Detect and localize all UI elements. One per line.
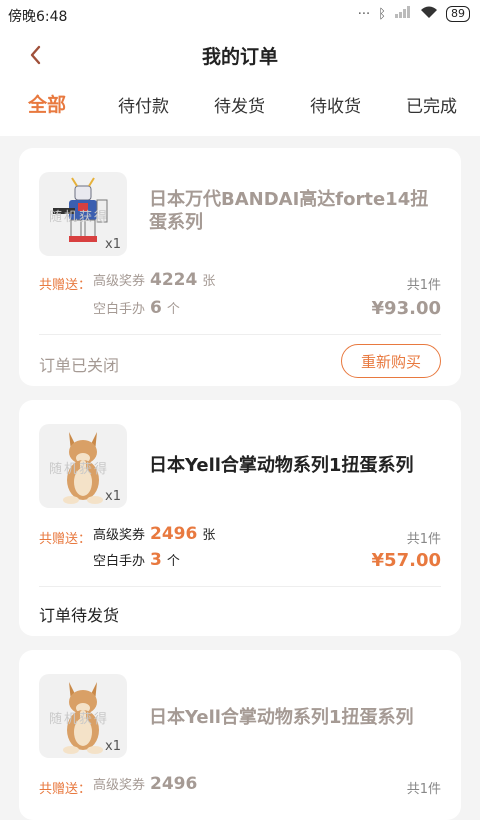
- order-status: 订单已关闭: [39, 356, 120, 375]
- tab-pending-payment[interactable]: 待付款: [118, 92, 169, 117]
- quantity: x1: [105, 237, 121, 252]
- watermark-text: 随机获得: [49, 462, 110, 477]
- item-count: 共1件: [406, 532, 441, 547]
- divider: [39, 334, 441, 335]
- ticket-line: 高级奖券 2496 张: [93, 524, 216, 544]
- ticket-label: 高级奖券: [93, 528, 146, 543]
- gift-label: 共赠送：: [39, 532, 92, 547]
- item-count: 共1件: [406, 278, 441, 293]
- rebuy-button[interactable]: 重新购买: [341, 344, 441, 378]
- status-time: 傍晚6:48: [8, 9, 68, 25]
- ticket-count: 4224: [150, 270, 198, 290]
- ticket-label: 高级奖券: [93, 274, 146, 289]
- item-count: 共1件: [406, 782, 441, 797]
- ticket-count: 2496: [150, 524, 198, 544]
- ticket-line: 高级奖券 4224 张: [93, 270, 216, 290]
- product-title: 日本万代BANDAI高达forte14扭蛋系列: [149, 189, 429, 233]
- tab-pending-shipment[interactable]: 待发货: [214, 92, 265, 117]
- order-status: 订单待发货: [39, 606, 120, 625]
- order-card[interactable]: 随机获得 x1 日本万代BANDAI高达forte14扭蛋系列 共赠送： 高级奖…: [19, 148, 461, 386]
- tab-pending-receipt[interactable]: 待收货: [310, 92, 361, 117]
- ticket-label: 高级奖券: [93, 778, 146, 793]
- product-title: 日本Yell合掌动物系列1扭蛋系列: [149, 455, 414, 476]
- battery-icon: 89: [446, 6, 470, 22]
- status-bar: 傍晚6:48 ··· ᛒ 89: [0, 0, 480, 30]
- page-title: 我的订单: [201, 46, 278, 68]
- quantity: x1: [105, 489, 121, 504]
- gift-label: 共赠送：: [39, 278, 92, 293]
- figure-count: 3: [150, 550, 162, 570]
- watermark-text: 随机获得: [49, 712, 110, 727]
- wifi-icon: [420, 5, 438, 23]
- cell-signal-icon: [394, 6, 412, 22]
- quantity: x1: [105, 739, 121, 754]
- watermark-text: 随机获得: [49, 210, 110, 225]
- order-card[interactable]: 随机获得 x1 日本Yell合掌动物系列1扭蛋系列 共赠送： 高级奖券 2496 …: [19, 650, 461, 820]
- ticket-line: 高级奖券 2496: [93, 774, 202, 794]
- figure-label: 空白手办: [93, 554, 146, 569]
- tab-all[interactable]: 全部: [28, 90, 66, 117]
- order-card[interactable]: 随机获得 x1 日本Yell合掌动物系列1扭蛋系列 共赠送： 高级奖券 2496 张…: [19, 400, 461, 636]
- figure-label: 空白手办: [93, 302, 146, 317]
- product-image: 随机获得 x1: [39, 172, 127, 256]
- product-image: 随机获得 x1: [39, 424, 127, 508]
- order-tabs: 全部 待付款 待发货 待收货 已完成: [0, 92, 480, 126]
- product-image: 随机获得 x1: [39, 674, 127, 758]
- figure-line: 空白手办 6 个: [93, 298, 180, 318]
- figure-line: 空白手办 3 个: [93, 550, 180, 570]
- gift-label: 共赠送：: [39, 782, 92, 797]
- status-icons: ··· ᛒ 89: [358, 5, 470, 23]
- tab-completed[interactable]: 已完成: [406, 92, 457, 117]
- figure-count: 6: [150, 298, 162, 318]
- top-area: 傍晚6:48 ··· ᛒ 89 我的订单 全部 待付款 待发货 待收货 已完成: [0, 0, 480, 136]
- ticket-count: 2496: [150, 774, 198, 794]
- signal-dots-icon: ···: [357, 6, 371, 22]
- bluetooth-icon: ᛒ: [378, 6, 386, 22]
- divider: [39, 586, 441, 587]
- product-title: 日本Yell合掌动物系列1扭蛋系列: [149, 707, 414, 728]
- order-price: ¥93.00: [371, 298, 441, 319]
- order-price: ¥57.00: [371, 550, 441, 571]
- nav-bar: 我的订单: [0, 34, 480, 78]
